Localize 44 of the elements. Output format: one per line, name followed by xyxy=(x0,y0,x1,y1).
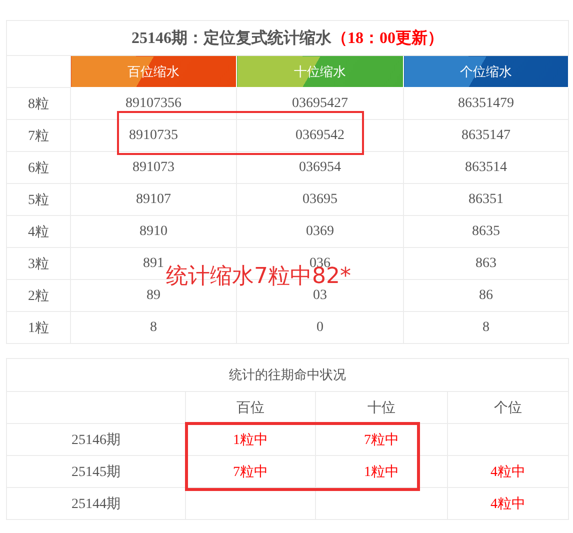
table-cell: 4粒中 xyxy=(448,456,568,488)
column-header: 百位缩水 xyxy=(70,56,236,88)
table-cell: 8635 xyxy=(404,216,568,248)
row-label: 6粒 xyxy=(6,152,70,184)
column-header: 十位缩水 xyxy=(236,56,404,88)
row-label: 7粒 xyxy=(6,120,70,152)
table-cell: 0369542 xyxy=(236,120,404,152)
table-cell: 03695427 xyxy=(236,88,404,120)
table-cell: 1粒中 xyxy=(186,424,316,456)
table-cell: 036954 xyxy=(236,152,404,184)
table-cell: 86351 xyxy=(404,184,568,216)
column-header: 个位缩水 xyxy=(404,56,568,88)
table-cell: 89107 xyxy=(70,184,236,216)
table-cell: 0369 xyxy=(236,216,404,248)
table-cell: 8910 xyxy=(70,216,236,248)
table-title: 25146期：定位复式统计缩水 xyxy=(132,30,332,46)
table-cell: 25144期 xyxy=(6,488,186,520)
table-cell: 863 xyxy=(404,248,568,280)
table-cell: 4粒中 xyxy=(448,488,568,520)
table-cell: 25146期 xyxy=(6,424,186,456)
table-cell: 7粒中 xyxy=(186,456,316,488)
table-cell: 8 xyxy=(404,312,568,344)
row-label: 8粒 xyxy=(6,88,70,120)
table-cell: 25145期 xyxy=(6,456,186,488)
table-cell: 8635147 xyxy=(404,120,568,152)
table-cell: 0 xyxy=(236,312,404,344)
table-cell: 7粒中 xyxy=(316,424,448,456)
table-cell: 8 xyxy=(70,312,236,344)
column-header: 个位 xyxy=(448,392,568,424)
row-label: 2粒 xyxy=(6,280,70,312)
update-note: （18：00更新） xyxy=(332,30,444,46)
table-cell: 89107356 xyxy=(70,88,236,120)
table-cell: 1粒中 xyxy=(316,456,448,488)
row-label: 5粒 xyxy=(6,184,70,216)
row-label: 1粒 xyxy=(6,312,70,344)
table-cell: 891073 xyxy=(70,152,236,184)
table-cell: 86 xyxy=(404,280,568,312)
table-cell: 8910735 xyxy=(70,120,236,152)
row-label: 3粒 xyxy=(6,248,70,280)
row-label: 4粒 xyxy=(6,216,70,248)
table-cell: 86351479 xyxy=(404,88,568,120)
table-cell: 03695 xyxy=(236,184,404,216)
table-title: 统计的往期命中状况 xyxy=(6,358,568,392)
table-cell: 863514 xyxy=(404,152,568,184)
